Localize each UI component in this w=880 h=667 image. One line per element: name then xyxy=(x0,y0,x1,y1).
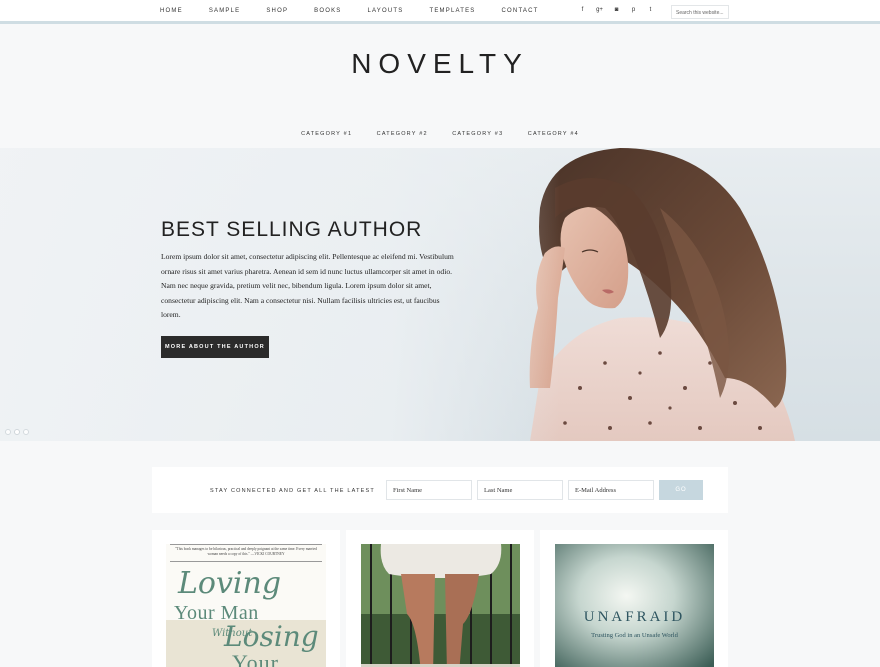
book-cover-1[interactable]: "This book manages to be hilarious, prac… xyxy=(166,544,326,667)
more-about-author-button[interactable]: MORE ABOUT THE AUTHOR xyxy=(161,336,269,358)
site-title[interactable]: NOVELTY xyxy=(0,48,880,80)
twitter-icon[interactable]: t xyxy=(642,7,659,13)
newsletter-signup: STAY CONNECTED AND GET ALL THE LATEST Fi… xyxy=(152,467,728,513)
slider-pagination xyxy=(5,429,29,435)
book-quote: "This book manages to be hilarious, prac… xyxy=(175,547,317,556)
primary-menu: HOME SAMPLE SHOP BOOKS LAYOUTS TEMPLATES… xyxy=(160,8,564,14)
nav-item-home[interactable]: HOME xyxy=(160,8,183,14)
book-title-line-4: Losing xyxy=(224,620,319,653)
nav-item-layouts[interactable]: LAYOUTS xyxy=(368,8,404,14)
book-card-2[interactable] xyxy=(346,530,534,667)
nav-item-contact[interactable]: CONTACT xyxy=(502,8,539,14)
category-item-2[interactable]: CATEGORY #2 xyxy=(377,131,428,137)
nav-item-books[interactable]: BOOKS xyxy=(314,8,341,14)
google-plus-icon[interactable]: g+ xyxy=(591,7,608,13)
slide-dot-2[interactable] xyxy=(14,429,20,435)
slide-dot-1[interactable] xyxy=(5,429,11,435)
hero-title: BEST SELLING AUTHOR xyxy=(161,218,423,241)
instagram-icon[interactable]: ◙ xyxy=(608,7,625,13)
book-card-3[interactable]: UNAFRAID Trusting God in an Unsafe World xyxy=(540,530,728,667)
category-menu: CATEGORY #1 CATEGORY #2 CATEGORY #3 CATE… xyxy=(0,122,880,140)
slide-dot-3[interactable] xyxy=(23,429,29,435)
search-input[interactable]: Search this website... xyxy=(671,5,729,19)
pinterest-icon[interactable]: p xyxy=(625,7,642,13)
book-subtitle: Trusting God in an Unsafe World xyxy=(591,632,678,639)
email-field[interactable]: E-Mail Address xyxy=(568,480,654,500)
book-card-1[interactable]: "This book manages to be hilarious, prac… xyxy=(152,530,340,667)
nav-item-shop[interactable]: SHOP xyxy=(266,8,288,14)
facebook-icon[interactable]: f xyxy=(574,7,591,13)
hero-description: Lorem ipsum dolor sit amet, consectetur … xyxy=(161,252,454,319)
category-item-3[interactable]: CATEGORY #3 xyxy=(452,131,503,137)
top-navigation-bar: HOME SAMPLE SHOP BOOKS LAYOUTS TEMPLATES… xyxy=(0,0,880,24)
book-title: UNAFRAID xyxy=(584,609,686,625)
hero-slider: BEST SELLING AUTHOR Lorem ipsum dolor si… xyxy=(0,148,880,441)
book-title-line-5: Your xyxy=(232,650,280,667)
social-links: f g+ ◙ p t xyxy=(574,7,659,13)
subscribe-button[interactable]: GO xyxy=(659,480,703,500)
book-cover-2[interactable] xyxy=(361,544,520,667)
newsletter-label: STAY CONNECTED AND GET ALL THE LATEST xyxy=(210,488,375,494)
last-name-field[interactable]: Last Name xyxy=(477,480,563,500)
nav-item-templates[interactable]: TEMPLATES xyxy=(429,8,475,14)
first-name-field[interactable]: First Name xyxy=(386,480,472,500)
book-cover-3[interactable]: UNAFRAID Trusting God in an Unsafe World xyxy=(555,544,714,667)
category-item-4[interactable]: CATEGORY #4 xyxy=(528,131,579,137)
nav-item-sample[interactable]: SAMPLE xyxy=(209,8,241,14)
book-title-line-1: Loving xyxy=(178,566,282,601)
category-item-1[interactable]: CATEGORY #1 xyxy=(301,131,352,137)
